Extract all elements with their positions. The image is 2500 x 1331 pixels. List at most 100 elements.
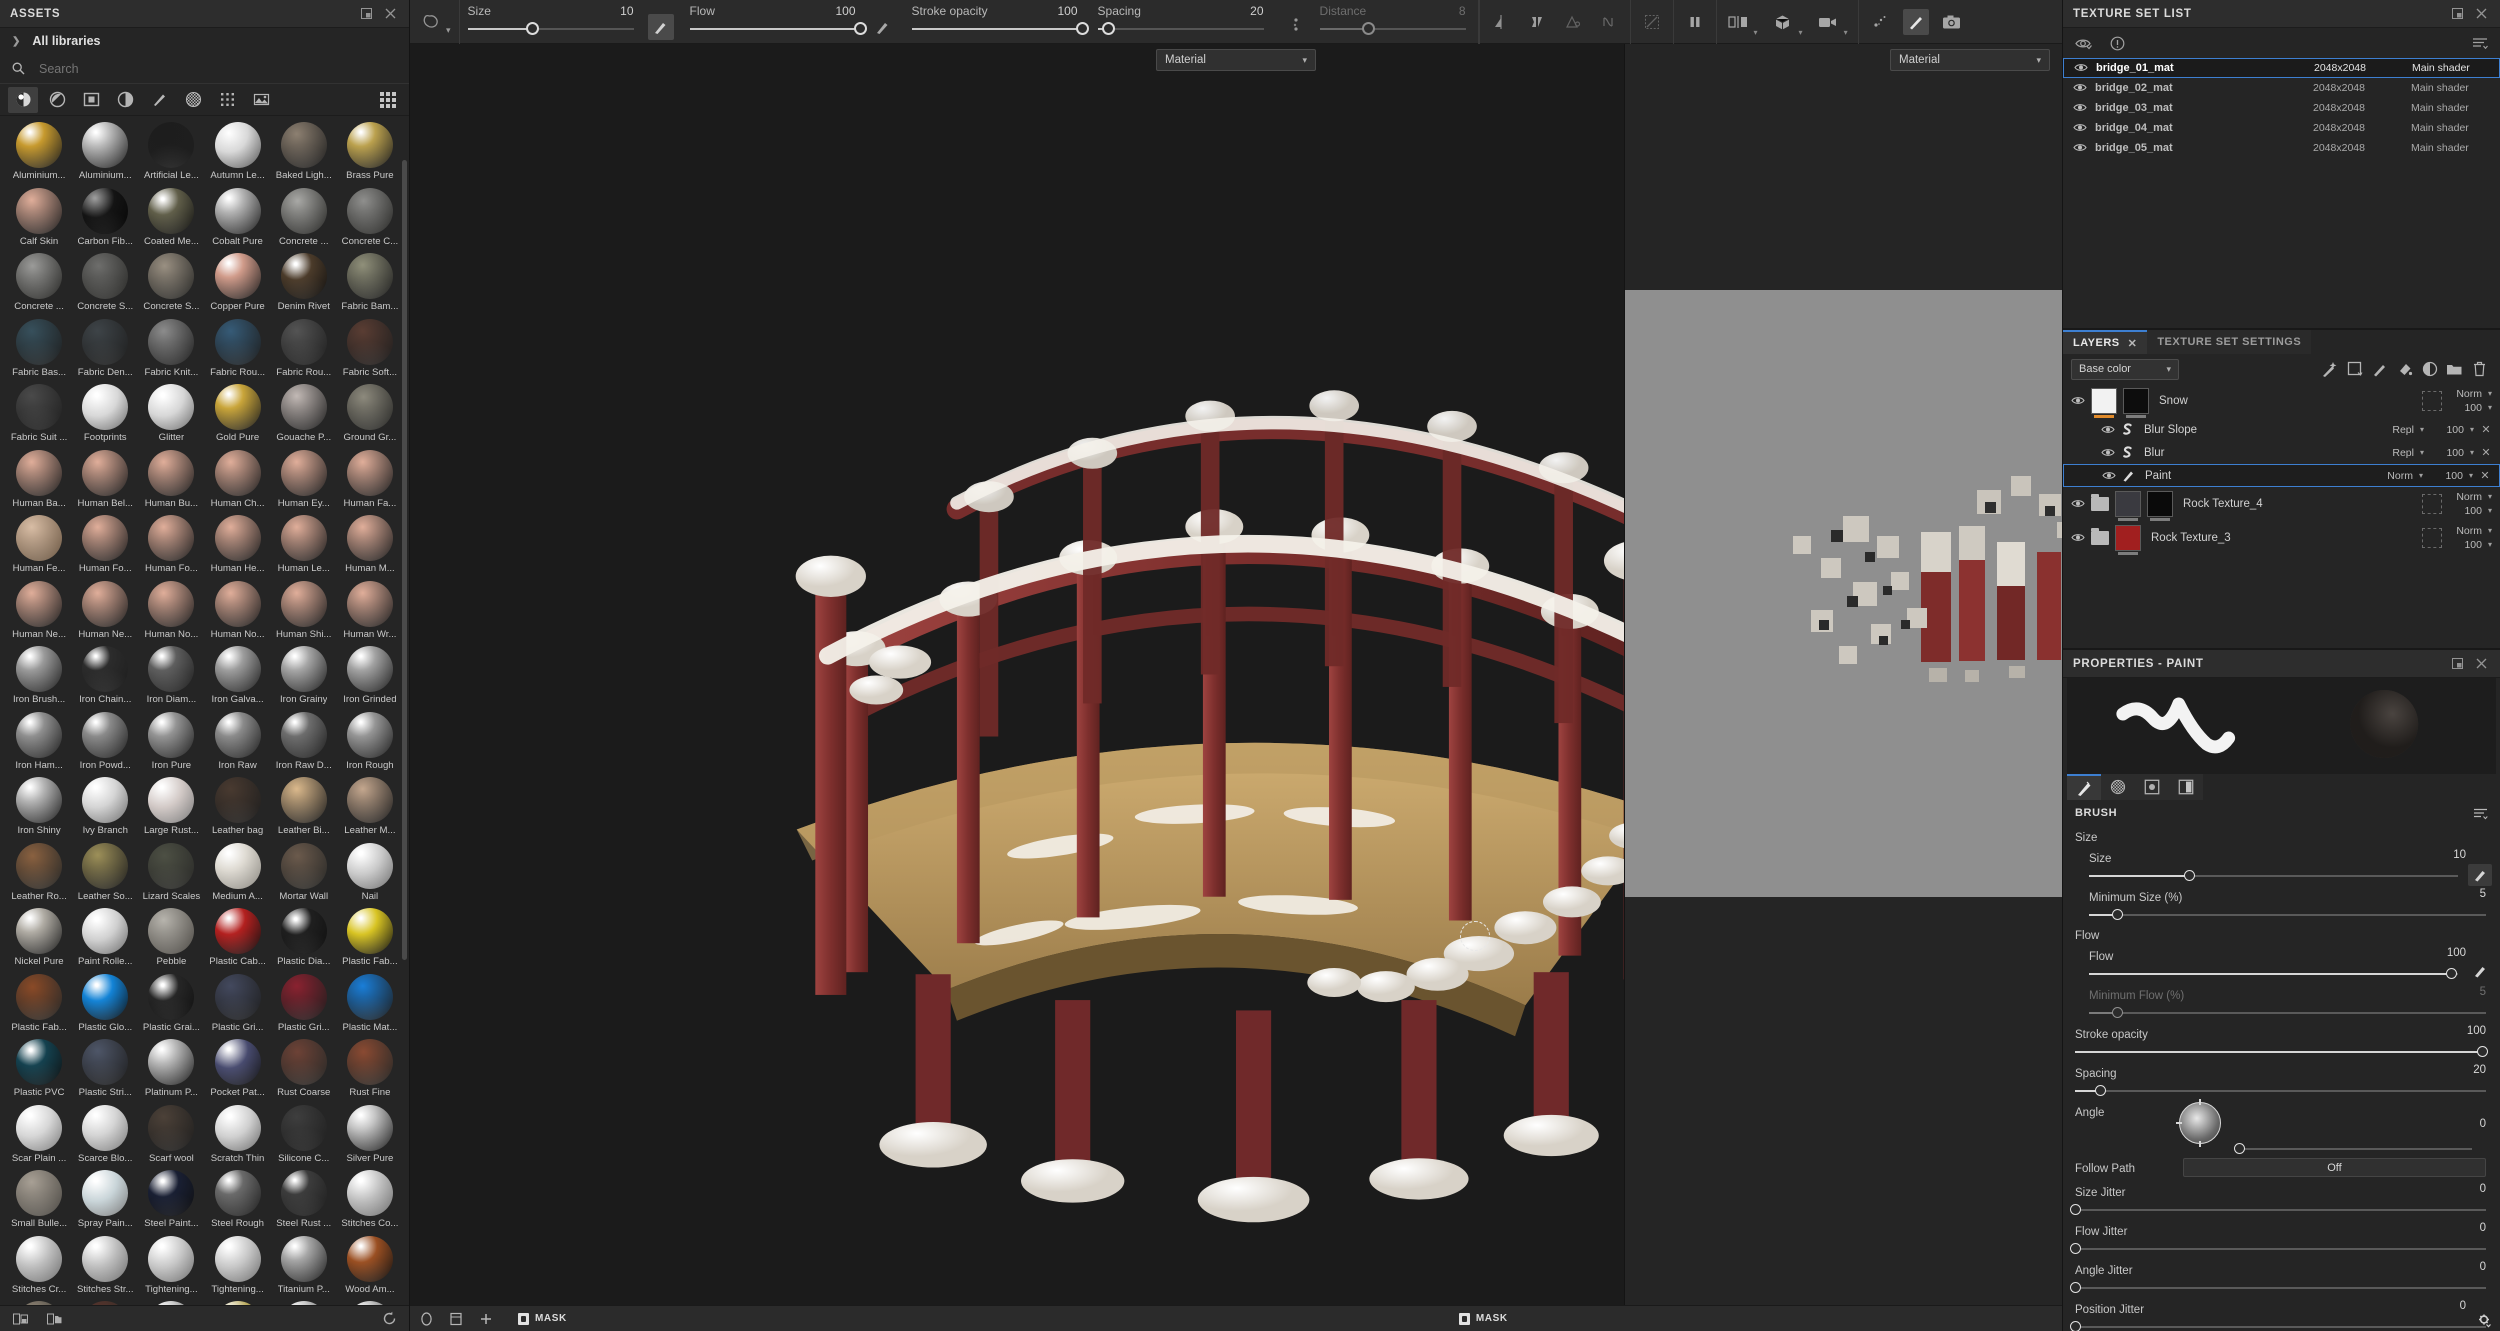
alpha-tab[interactable] — [2101, 774, 2135, 800]
asset-item[interactable]: Human Ba... — [6, 448, 72, 514]
particles-icon[interactable] — [1867, 9, 1893, 35]
assets-scrollbar[interactable] — [402, 160, 407, 960]
filter-textures[interactable] — [212, 87, 242, 113]
asset-item[interactable] — [271, 1299, 337, 1305]
asset-item[interactable]: Footprints — [72, 382, 138, 448]
param-angle-jitter[interactable]: Angle Jitter 0 — [2063, 1258, 2500, 1297]
asset-item[interactable]: Concrete C... — [337, 186, 403, 252]
toolbar-stroke-opacity-slider[interactable]: Stroke opacity 100 — [912, 2, 1082, 42]
asset-item[interactable]: Concrete ... — [271, 186, 337, 252]
slider-knob[interactable] — [1076, 22, 1089, 35]
asset-item[interactable]: Silver Pure — [337, 1103, 403, 1169]
asset-item[interactable]: Artificial Le... — [138, 120, 204, 186]
filter-masks[interactable] — [76, 87, 106, 113]
add-folder-icon[interactable] — [2442, 357, 2467, 381]
mirror-icon[interactable] — [1524, 9, 1550, 35]
param-angle[interactable]: Angle 0 — [2063, 1100, 2500, 1156]
compare-split-icon[interactable] — [1725, 9, 1751, 35]
param-track[interactable] — [2089, 968, 2458, 980]
param-flow[interactable]: Flow 100 — [2063, 944, 2500, 983]
asset-item[interactable]: Plastic Cab... — [204, 906, 270, 972]
randomize-icon[interactable] — [2477, 1313, 2492, 1328]
asset-item[interactable]: Autumn Le... — [204, 120, 270, 186]
layer-row[interactable]: BlurRepl ▾ 100 ▾ ✕ — [2063, 441, 2500, 464]
uv-wrap-icon[interactable] — [1596, 9, 1622, 35]
asset-item[interactable]: Human Fo... — [72, 513, 138, 579]
symmetry-plane-icon[interactable] — [1488, 9, 1514, 35]
channel-selector[interactable]: Base color ▾ — [2071, 359, 2179, 380]
layer-row[interactable]: Blur SlopeRepl ▾ 100 ▾ ✕ — [2063, 418, 2500, 441]
asset-item[interactable]: Concrete ... — [6, 251, 72, 317]
layer-thumbnail[interactable] — [2091, 388, 2117, 414]
pen-pressure-icon[interactable] — [2468, 960, 2492, 982]
asset-item[interactable]: Rust Coarse — [271, 1037, 337, 1103]
asset-item[interactable]: Gouache P... — [271, 382, 337, 448]
asset-item[interactable]: Steel Rust ... — [271, 1168, 337, 1234]
param-minimum-flow-[interactable]: Minimum Flow (%) 5 — [2063, 983, 2500, 1022]
filter-materials[interactable] — [8, 87, 38, 113]
ellipse-icon[interactable] — [416, 1309, 436, 1329]
asset-item[interactable]: Fabric Suit ... — [6, 382, 72, 448]
asset-item[interactable]: Brass Pure — [337, 120, 403, 186]
visibility-eye-icon[interactable] — [2073, 122, 2087, 134]
close-icon[interactable]: ✕ — [2128, 337, 2138, 350]
asset-item[interactable]: Iron Raw D... — [271, 710, 337, 776]
angle-dial[interactable] — [2179, 1102, 2221, 1144]
undock-icon[interactable] — [357, 5, 375, 23]
layer-visibility-icon[interactable] — [2071, 532, 2085, 544]
asset-item[interactable]: Human M... — [337, 513, 403, 579]
asset-item[interactable]: Fabric Bas... — [6, 317, 72, 383]
param-stroke-opacity[interactable]: Stroke opacity 100 — [2063, 1022, 2500, 1061]
close-icon[interactable] — [381, 5, 399, 23]
asset-item[interactable]: Tightening... — [138, 1234, 204, 1300]
layer-opacity[interactable]: 100 — [2448, 538, 2482, 552]
asset-item[interactable]: Leather Bi... — [271, 775, 337, 841]
asset-item[interactable]: Plastic Dia... — [271, 906, 337, 972]
texture-set-rows[interactable]: bridge_01_mat 2048x2048 Main shader brid… — [2063, 58, 2500, 158]
brush-shape-icon[interactable] — [418, 9, 444, 35]
asset-item[interactable]: Denim Rivet — [271, 251, 337, 317]
asset-item[interactable]: Stitches Cr... — [6, 1234, 72, 1300]
visibility-eye-icon[interactable] — [2073, 142, 2087, 154]
asset-item[interactable]: Small Bulle... — [6, 1168, 72, 1234]
toolbar-spacing-slider[interactable]: Spacing 20 — [1098, 2, 1268, 42]
param-track[interactable] — [2089, 1007, 2486, 1019]
asset-item[interactable]: Plastic Grai... — [138, 972, 204, 1038]
close-icon[interactable] — [2472, 5, 2490, 23]
param-track[interactable] — [2075, 1321, 2486, 1331]
brush-parameters[interactable]: SizeSize 10 Minimum Size (%) 5 FlowFlow … — [2063, 826, 2500, 1331]
layer-blend-mode[interactable]: Repl — [2392, 447, 2414, 459]
filter-environments[interactable] — [246, 87, 276, 113]
asset-item[interactable]: Human Fe... — [6, 513, 72, 579]
asset-item[interactable] — [72, 1299, 138, 1305]
asset-item[interactable]: Plastic Fab... — [337, 906, 403, 972]
asset-item[interactable]: Human Ch... — [204, 448, 270, 514]
slider-knob[interactable] — [854, 22, 867, 35]
asset-item[interactable]: Plastic Glo... — [72, 972, 138, 1038]
eye-visibility-icon[interactable] — [2073, 33, 2093, 53]
remove-effect-icon[interactable]: ✕ — [2480, 446, 2492, 459]
param-track[interactable] — [2075, 1282, 2486, 1294]
asset-item[interactable]: Iron Chain... — [72, 644, 138, 710]
info-icon[interactable] — [2107, 33, 2127, 53]
layer-list[interactable]: Snow Norm 100 ▾▾Blur SlopeRepl ▾ 100 ▾ ✕… — [2063, 384, 2500, 648]
asset-item[interactable]: Pebble — [138, 906, 204, 972]
asset-item[interactable]: Leather So... — [72, 841, 138, 907]
asset-item[interactable]: Wood Am... — [337, 1234, 403, 1300]
delete-layer-icon[interactable] — [2467, 357, 2492, 381]
asset-item[interactable]: Calf Skin — [6, 186, 72, 252]
asset-item[interactable]: Steel Rough — [204, 1168, 270, 1234]
layer-opacity[interactable]: 100 — [2448, 401, 2482, 415]
layer-blend-mode[interactable]: Norm — [2456, 524, 2482, 538]
asset-item[interactable]: Leather M... — [337, 775, 403, 841]
asset-item[interactable]: Ivy Branch — [72, 775, 138, 841]
asset-item[interactable]: Concrete S... — [138, 251, 204, 317]
layer-blend-mode[interactable]: Repl — [2392, 424, 2414, 436]
asset-item[interactable]: Iron Pure — [138, 710, 204, 776]
add-paint-layer-icon[interactable] — [2367, 357, 2392, 381]
asset-item[interactable]: Human Bu... — [138, 448, 204, 514]
asset-item[interactable]: Steel Paint... — [138, 1168, 204, 1234]
asset-item[interactable]: Leather bag — [204, 775, 270, 841]
asset-item[interactable]: Rust Fine — [337, 1037, 403, 1103]
texture-set-row[interactable]: bridge_03_mat 2048x2048 Main shader — [2063, 98, 2500, 118]
